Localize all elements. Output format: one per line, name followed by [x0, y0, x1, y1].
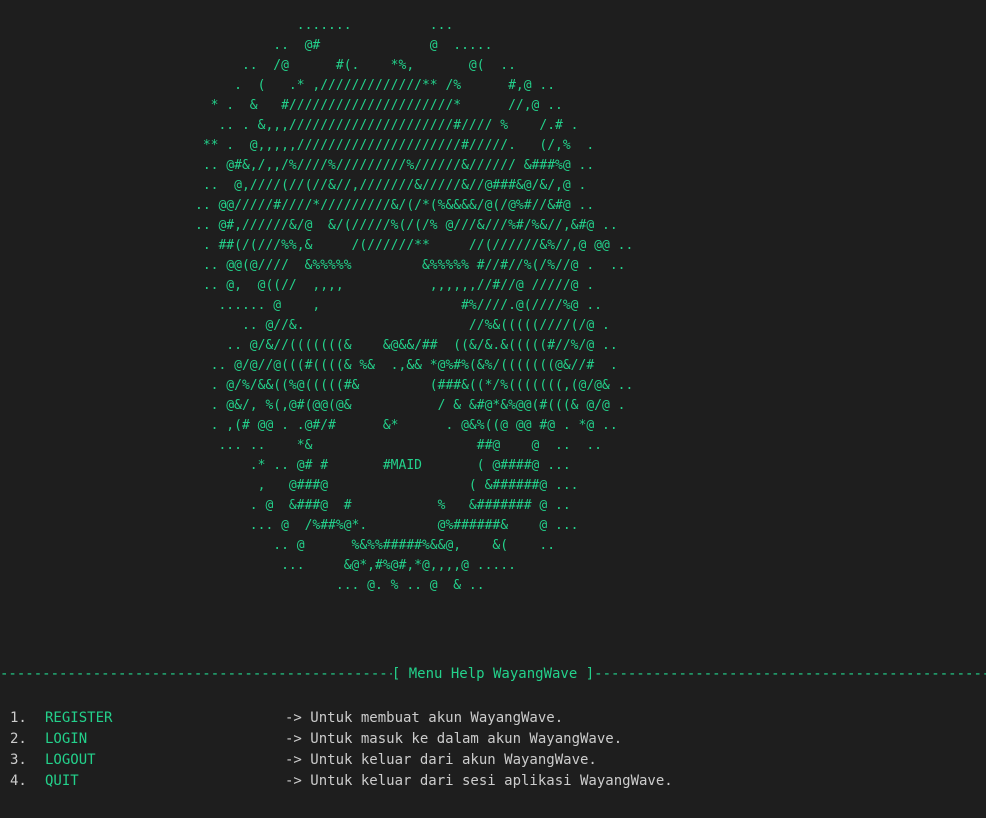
menu-item-number: 3. — [10, 752, 27, 768]
ascii-art-line: .. @#&,/,,/%////%/////////%//////&//////… — [195, 158, 595, 173]
ascii-art-line: .* .. @# # #MAID ( @####@ ... — [195, 458, 571, 473]
ascii-art-line: . @&/, %(,@#(@@(@& / & &#@*&%@@(#(((& @/… — [195, 398, 626, 413]
separator-left-dashes: ----------------------------------------… — [0, 666, 392, 682]
menu-item-register: 1. REGISTER -> Untuk membuat akun Wayang… — [10, 708, 673, 729]
menu-separator: ----------------------------------------… — [0, 664, 986, 684]
menu-item-number: 1. — [10, 710, 27, 726]
menu-item-login: 2. LOGIN -> Untuk masuk ke dalam akun Wa… — [10, 729, 673, 750]
ascii-art-line: .. @/@//@(((#((((& %& .,&& *@%#%(&%/((((… — [195, 358, 618, 373]
menu-item-logout: 3. LOGOUT -> Untuk keluar dari akun Waya… — [10, 750, 673, 771]
menu-item-command: LOGIN — [45, 731, 88, 747]
ascii-art-line: .. @#,//////&/@ &/(/////%(/(/% @///&///%… — [195, 218, 618, 233]
menu-item-number: 2. — [10, 731, 27, 747]
ascii-art-line: .. @, @((// ,,,, ,,,,,,//#//@ /////@ . — [195, 278, 595, 293]
menu-item-quit: 4. QUIT -> Untuk keluar dari sesi aplika… — [10, 771, 673, 792]
menu-item-command: QUIT — [45, 773, 79, 789]
menu-item-description: -> Untuk membuat akun WayangWave. — [285, 710, 564, 726]
menu-item-number: 4. — [10, 773, 27, 789]
menu-item-command: REGISTER — [45, 710, 113, 726]
ascii-art-line: .. @# @ ..... — [195, 38, 493, 53]
help-menu: 1. REGISTER -> Untuk membuat akun Wayang… — [10, 708, 673, 792]
ascii-art-line: ** . @,,,,,/////////////////////#/////. … — [195, 138, 595, 153]
menu-item-description: -> Untuk masuk ke dalam akun WayangWave. — [285, 731, 623, 747]
ascii-art-line: ... @ /%##%@*. @%######& @ ... — [195, 518, 579, 533]
ascii-art-line: . ( .* ,/////////////** /% #,@ .. — [195, 78, 556, 93]
ascii-art-line: .. @@/////#////*/////////&/(/*(%&&&&/@(/… — [195, 198, 595, 213]
ascii-art-line: .. @/&//(((((((& &@&&/## ((&/&.&(((((#//… — [195, 338, 618, 353]
ascii-art-line: , @###@ ( &######@ ... — [195, 478, 579, 493]
ascii-art-line: .. @@(@//// &%%%%% &%%%%% #//#//%(/%//@ … — [195, 258, 626, 273]
ascii-art-line: ... .. *& ##@ @ .. .. — [195, 438, 602, 453]
ascii-art-line: ... @. % .. @ & .. — [195, 578, 485, 593]
ascii-art-wayang-mask: ....... ... .. @# @ ..... .. /@ #(. *%, … — [195, 16, 633, 596]
menu-item-description: -> Untuk keluar dari sesi aplikasi Wayan… — [285, 773, 673, 789]
ascii-art-line: .. . &,,,/////////////////////#//// % /.… — [195, 118, 579, 133]
ascii-art-line: ... &@*,#%@#,*@,,,,@ ..... — [195, 558, 516, 573]
ascii-art-line: .. @,////(//(//&//,///////&/////&//@###&… — [195, 178, 587, 193]
ascii-art-line: .. @//&. //%&(((((////(/@ . — [195, 318, 610, 333]
ascii-art-line: . ,(# @@ . .@#/# &* . @&%((@ @@ #@ . *@ … — [195, 418, 618, 433]
ascii-art-line: . @/%/&&((%@(((((#& (###&((*/%(((((((,(@… — [195, 378, 634, 393]
ascii-art-line: .. @ %&%%#####%&&@, &( .. — [195, 538, 556, 553]
ascii-art-line: ....... ... — [195, 18, 454, 33]
ascii-art-line: . ##(/(///%%,& /(//////** //(//////&%//,… — [195, 238, 634, 253]
menu-item-description: -> Untuk keluar dari akun WayangWave. — [285, 752, 597, 768]
ascii-art-line: ...... @ , #%////.@(////%@ .. — [195, 298, 602, 313]
separator-right-dashes: ----------------------------------------… — [594, 666, 986, 682]
menu-item-command: LOGOUT — [45, 752, 96, 768]
ascii-art-line: . @ &###@ # % &####### @ .. — [195, 498, 571, 513]
menu-title: [ Menu Help WayangWave ] — [391, 666, 595, 682]
ascii-art-line: .. /@ #(. *%, @( .. — [195, 58, 516, 73]
ascii-art-line: * . & #/////////////////////* //,@ .. — [195, 98, 563, 113]
